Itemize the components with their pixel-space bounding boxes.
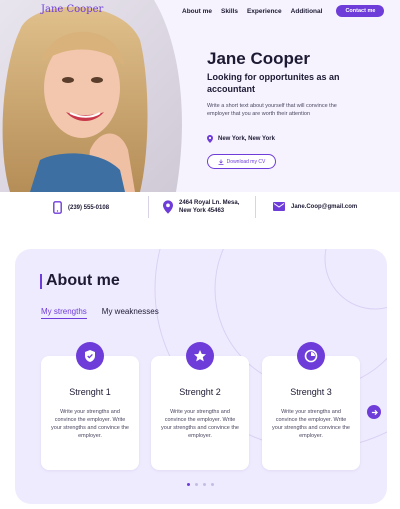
hero-section: Jane Cooper About me Skills Experience A… [0,0,400,192]
carousel-pagination [187,483,214,486]
main-nav: About me Skills Experience Additional Co… [182,5,385,17]
contact-bar: (239) 555-0108 2464 Royal Ln. Mesa, New … [0,196,400,220]
contact-address[interactable]: 2464 Royal Ln. Mesa, New York 45463 [163,199,239,215]
divider [148,196,149,218]
card-text: Write your strengths and convince the em… [51,409,129,439]
download-cv-button[interactable]: Download my CV [207,154,276,169]
card-icon-badge [76,342,104,370]
about-tabs: My strengths My weaknesses [41,307,159,319]
pagination-dot[interactable] [187,483,190,486]
tab-weaknesses[interactable]: My weaknesses [102,307,159,319]
card-icon-badge [186,342,214,370]
hero-role: Looking for opportunites as an accountan… [207,72,340,94]
card-title: Strenght 2 [179,387,221,397]
mail-icon [273,202,285,211]
address-line-2: New York 45463 [179,208,225,214]
nav-experience[interactable]: Experience [247,8,282,15]
hero-description: Write a short text about yourself that w… [207,103,337,117]
profile-photo [0,0,182,192]
contact-phone[interactable]: (239) 555-0108 [53,201,109,214]
pagination-dot[interactable] [211,483,214,486]
nav-about[interactable]: About me [182,8,212,15]
star-icon [194,350,206,362]
shield-check-icon [85,350,95,362]
nav-skills[interactable]: Skills [221,8,238,15]
location-pin-icon [163,200,173,214]
title-accent-bar [40,273,42,289]
card-title: Strenght 1 [69,387,111,397]
about-section: About me My strengths My weaknesses Stre… [15,249,387,504]
page-title: Jane Cooper [207,49,310,68]
download-icon [218,159,224,165]
pagination-dot[interactable] [203,483,206,486]
divider [255,196,256,218]
pie-chart-icon [304,349,318,363]
hero-location: New York, New York [207,135,275,143]
phone-number: (239) 555-0108 [68,204,110,211]
contact-button[interactable]: Contact me [336,5,385,17]
strength-card: Strenght 2 Write your strengths and conv… [151,342,249,470]
nav-additional[interactable]: Additional [291,8,323,15]
strength-card: Strenght 1 Write your strengths and conv… [41,342,139,470]
section-title-text: About me [46,272,120,289]
tab-strengths[interactable]: My strengths [41,307,87,319]
brand-logo[interactable]: Jane Cooper [41,4,103,15]
location-pin-icon [207,135,213,143]
contact-email[interactable]: Jane.Coop@gmail.com [273,202,357,211]
arrow-right-icon [371,409,378,415]
strength-card: Strenght 3 Write your strengths and conv… [262,342,360,470]
card-title: Strenght 3 [290,387,332,397]
pagination-dot[interactable] [195,483,198,486]
card-text: Write your strengths and convince the em… [161,409,239,439]
email-address: Jane.Coop@gmail.com [291,203,358,210]
carousel-next-button[interactable] [367,405,381,419]
phone-icon [53,201,62,214]
card-icon-badge [297,342,325,370]
download-cv-label: Download my CV [226,158,266,165]
location-text: New York, New York [218,136,275,142]
address-line-1: 2464 Royal Ln. Mesa, [179,200,240,206]
card-text: Write your strengths and convince the em… [272,409,350,439]
section-title: About me [40,272,120,290]
